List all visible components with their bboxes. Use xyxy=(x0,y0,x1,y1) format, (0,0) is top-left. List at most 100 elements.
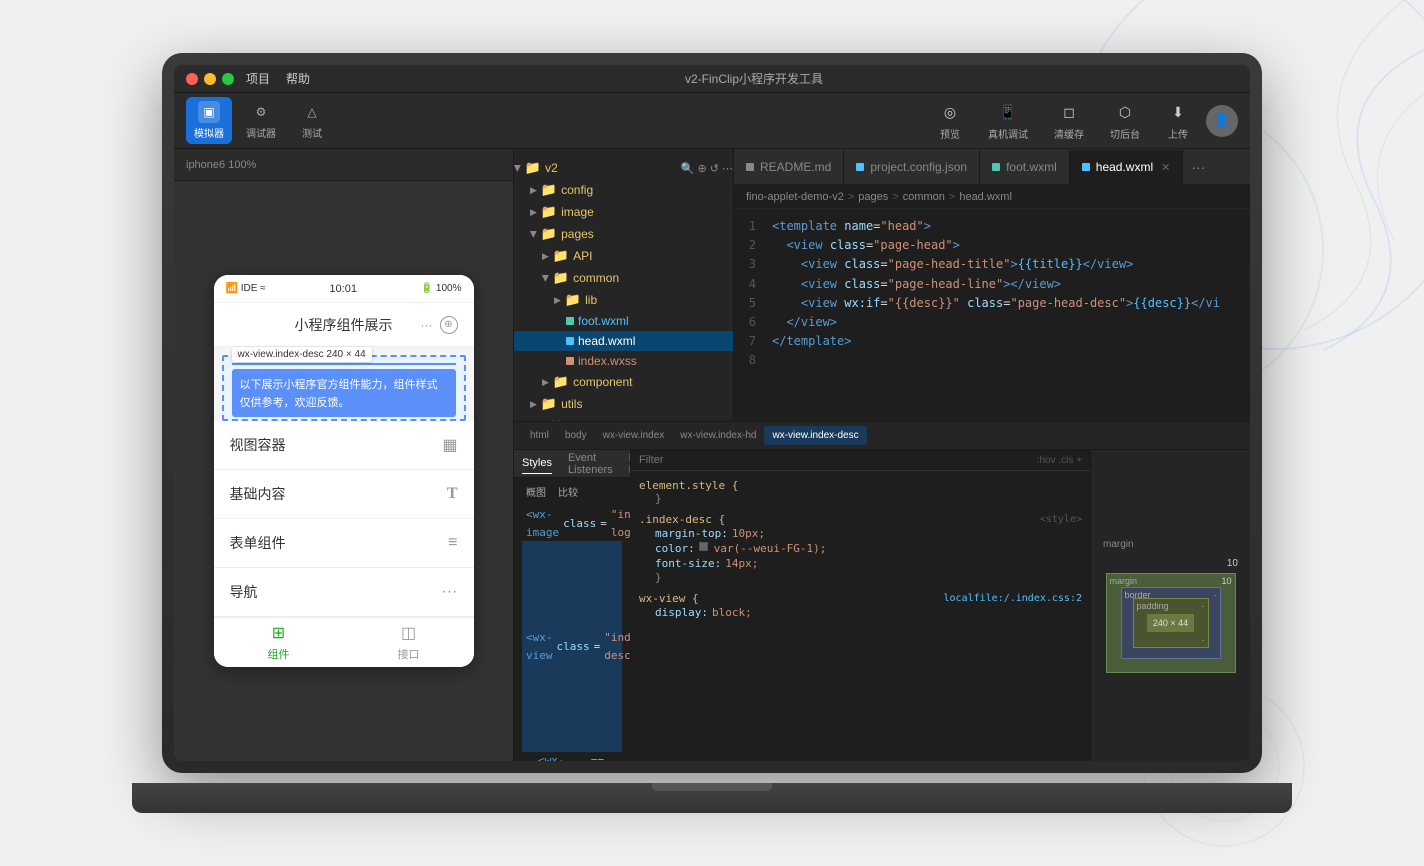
debug-label: 调试器 xyxy=(246,125,276,140)
component-item-form[interactable]: 表单组件 ≡ xyxy=(214,519,474,568)
component-view-icon: ▦ xyxy=(442,435,457,455)
test-icon: △ xyxy=(301,101,323,123)
tree-head-wxml[interactable]: head.wxml xyxy=(514,331,733,351)
css-wx-view-selector: wx-view { localfile:/.index.css:2 xyxy=(639,592,1082,605)
css-margin-top: margin-top: 10px; xyxy=(639,526,1082,541)
pages-chevron: ▶ xyxy=(528,231,539,238)
dom-line-wx-view-desc[interactable]: <wx-view class="index-desc">以下展示小程序官方组件能… xyxy=(522,541,622,752)
preview-action[interactable]: ◎ 预览 xyxy=(928,96,972,145)
upload-action[interactable]: ⬇ 上传 xyxy=(1156,96,1200,145)
toolbar-buttons: ▣ 模拟器 ⚙ 调试器 △ 测试 xyxy=(186,97,334,144)
simulate-button[interactable]: ▣ 模拟器 xyxy=(186,97,232,144)
menu-project[interactable]: 项目 xyxy=(246,70,270,87)
tree-config[interactable]: ▶ 📁 config xyxy=(514,179,733,201)
elem-tab-wx-view-index[interactable]: wx-view.index xyxy=(595,426,673,445)
tree-index-wxss[interactable]: index.wxss xyxy=(514,351,733,371)
phone-header-circle: ⊕ xyxy=(440,316,458,334)
tree-foot-wxml[interactable]: foot.wxml xyxy=(514,311,733,331)
breadcrumb-root: fino-applet-demo-v2 xyxy=(746,191,844,203)
code-line-6: 6 </view> xyxy=(734,313,1250,332)
terminal-action[interactable]: ⬡ 切后台 xyxy=(1100,96,1150,145)
tree-component[interactable]: ▶ 📁 component xyxy=(514,371,733,393)
realtest-icon: 📱 xyxy=(996,100,1020,124)
window-close-button[interactable] xyxy=(186,73,198,85)
tab-more-button[interactable]: ··· xyxy=(1183,150,1213,184)
window-minimize-button[interactable] xyxy=(204,73,216,85)
window-maximize-button[interactable] xyxy=(222,73,234,85)
css-filter-input[interactable] xyxy=(639,454,1029,466)
common-chevron: ▶ xyxy=(540,275,551,282)
pages-label: pages xyxy=(561,227,594,241)
component-basic-icon: T xyxy=(447,485,458,503)
clear-cache-action[interactable]: ◻ 清缓存 xyxy=(1044,96,1094,145)
app-titlebar: 项目 帮助 v2-FinClip小程序开发工具 xyxy=(174,65,1250,93)
head-wxml-label: head.wxml xyxy=(578,334,635,348)
debug-button[interactable]: ⚙ 调试器 xyxy=(238,97,284,144)
css-font-size: font-size: 14px; xyxy=(639,556,1082,571)
head-wxml-tab-close[interactable]: ✕ xyxy=(1161,161,1170,174)
elem-tab-body[interactable]: body xyxy=(557,426,595,445)
component-item-view[interactable]: 视图容器 ▦ xyxy=(214,421,474,470)
css-element-style-close: } xyxy=(639,492,1082,505)
realtest-action[interactable]: 📱 真机调试 xyxy=(978,96,1038,145)
phone-nav-components[interactable]: ⊞ 组件 xyxy=(268,623,290,662)
config-label: config xyxy=(561,183,593,197)
line-content-6: </view> xyxy=(772,313,1242,332)
terminal-icon: ⬡ xyxy=(1113,100,1137,124)
event-listeners-tab[interactable]: Event Listeners xyxy=(568,450,613,480)
line-content-5: <view wx:if="{{desc}}" class="page-head-… xyxy=(772,294,1242,313)
component-nav-label: 导航 xyxy=(230,582,258,602)
line-content-1: <template name="head"> xyxy=(772,217,1242,236)
phone-nav-api[interactable]: ◫ 接口 xyxy=(398,623,420,662)
project-config-tab-icon xyxy=(856,163,864,171)
box-model-panel: margin 10 margin 10 xyxy=(1090,450,1250,761)
head-wxml-tab-icon xyxy=(1082,163,1090,171)
tab-head-wxml[interactable]: head.wxml ✕ xyxy=(1070,150,1184,184)
elem-tab-wx-view-index-desc[interactable]: wx-view.index-desc xyxy=(764,426,866,445)
file-tree-actions: 🔍 ⊕ ↺ ⋯ xyxy=(681,162,733,175)
dom-line-wx-image[interactable]: <wx-image class="index-logo" src="../res… xyxy=(522,506,622,541)
box-padding-text: padding xyxy=(1137,601,1169,611)
status-left: 📶 IDE ≈ xyxy=(226,283,266,294)
elem-tab-wx-view-index-hd[interactable]: wx-view.index-hd xyxy=(672,426,764,445)
elem-tab-html[interactable]: html xyxy=(522,426,557,445)
phone-simulator-panel: iphone6 100% 📶 IDE ≈ 10:01 🔋 100% xyxy=(174,149,514,761)
menu-help[interactable]: 帮助 xyxy=(286,70,310,87)
tree-pages[interactable]: ▶ 📁 pages xyxy=(514,223,733,245)
tab-readme[interactable]: README.md xyxy=(734,150,844,184)
debug-icon: ⚙ xyxy=(250,101,272,123)
code-editor[interactable]: 1 <template name="head"> 2 <view class="… xyxy=(734,209,1250,421)
selected-element-content: 以下展示小程序官方组件能力，组件样式仅供参考，欢迎反馈。 xyxy=(232,369,456,417)
box-padding-area: padding - 240 × 44 - xyxy=(1133,598,1209,648)
box-padding-num: - xyxy=(1202,601,1205,611)
tab-project-config[interactable]: project.config.json xyxy=(844,150,980,184)
readme-tab-label: README.md xyxy=(760,160,831,174)
tree-api[interactable]: ▶ 📁 API xyxy=(514,245,733,267)
code-line-1: 1 <template name="head"> xyxy=(734,217,1250,236)
filter-bar: :hov .cls + xyxy=(631,450,1090,471)
tree-lib[interactable]: ▶ 📁 lib xyxy=(514,289,733,311)
css-wx-view-source: localfile:/.index.css:2 xyxy=(944,593,1082,604)
menu-bar: 项目 帮助 xyxy=(246,70,310,87)
toolbar-right: ◎ 预览 📱 真机调试 ◻ 清缓存 ⬡ 切后台 xyxy=(928,96,1238,145)
editor-panel: README.md project.config.json foot.wxml xyxy=(734,149,1250,421)
file-tree-root[interactable]: ▶ 📁 v2 🔍 ⊕ ↺ ⋯ xyxy=(514,157,733,179)
component-item-basic[interactable]: 基础内容 T xyxy=(214,470,474,519)
tree-image[interactable]: ▶ 📁 image xyxy=(514,201,733,223)
line-num-3: 3 xyxy=(742,255,772,274)
bottom-content: Styles Event Listeners DOM Breakpoints P… xyxy=(514,450,1250,761)
tab-foot-wxml[interactable]: foot.wxml xyxy=(980,150,1070,184)
code-line-7: 7 </template> xyxy=(734,332,1250,351)
element-path-tabs: html body wx-view.index wx-view.index-hd… xyxy=(514,422,1250,450)
component-item-nav[interactable]: 导航 ··· xyxy=(214,568,474,617)
preview-icon: ◎ xyxy=(938,100,962,124)
code-line-4: 4 <view class="page-head-line"></view> xyxy=(734,275,1250,294)
avatar[interactable]: 👤 xyxy=(1206,105,1238,137)
tree-common[interactable]: ▶ 📁 common xyxy=(514,267,733,289)
tree-utils[interactable]: ▶ 📁 utils xyxy=(514,393,733,415)
test-button[interactable]: △ 测试 xyxy=(290,97,334,144)
code-line-8: 8 xyxy=(734,351,1250,370)
styles-tab[interactable]: Styles xyxy=(522,453,552,474)
nav-components-label: 组件 xyxy=(268,646,290,662)
lib-folder-icon: 📁 xyxy=(565,292,581,308)
